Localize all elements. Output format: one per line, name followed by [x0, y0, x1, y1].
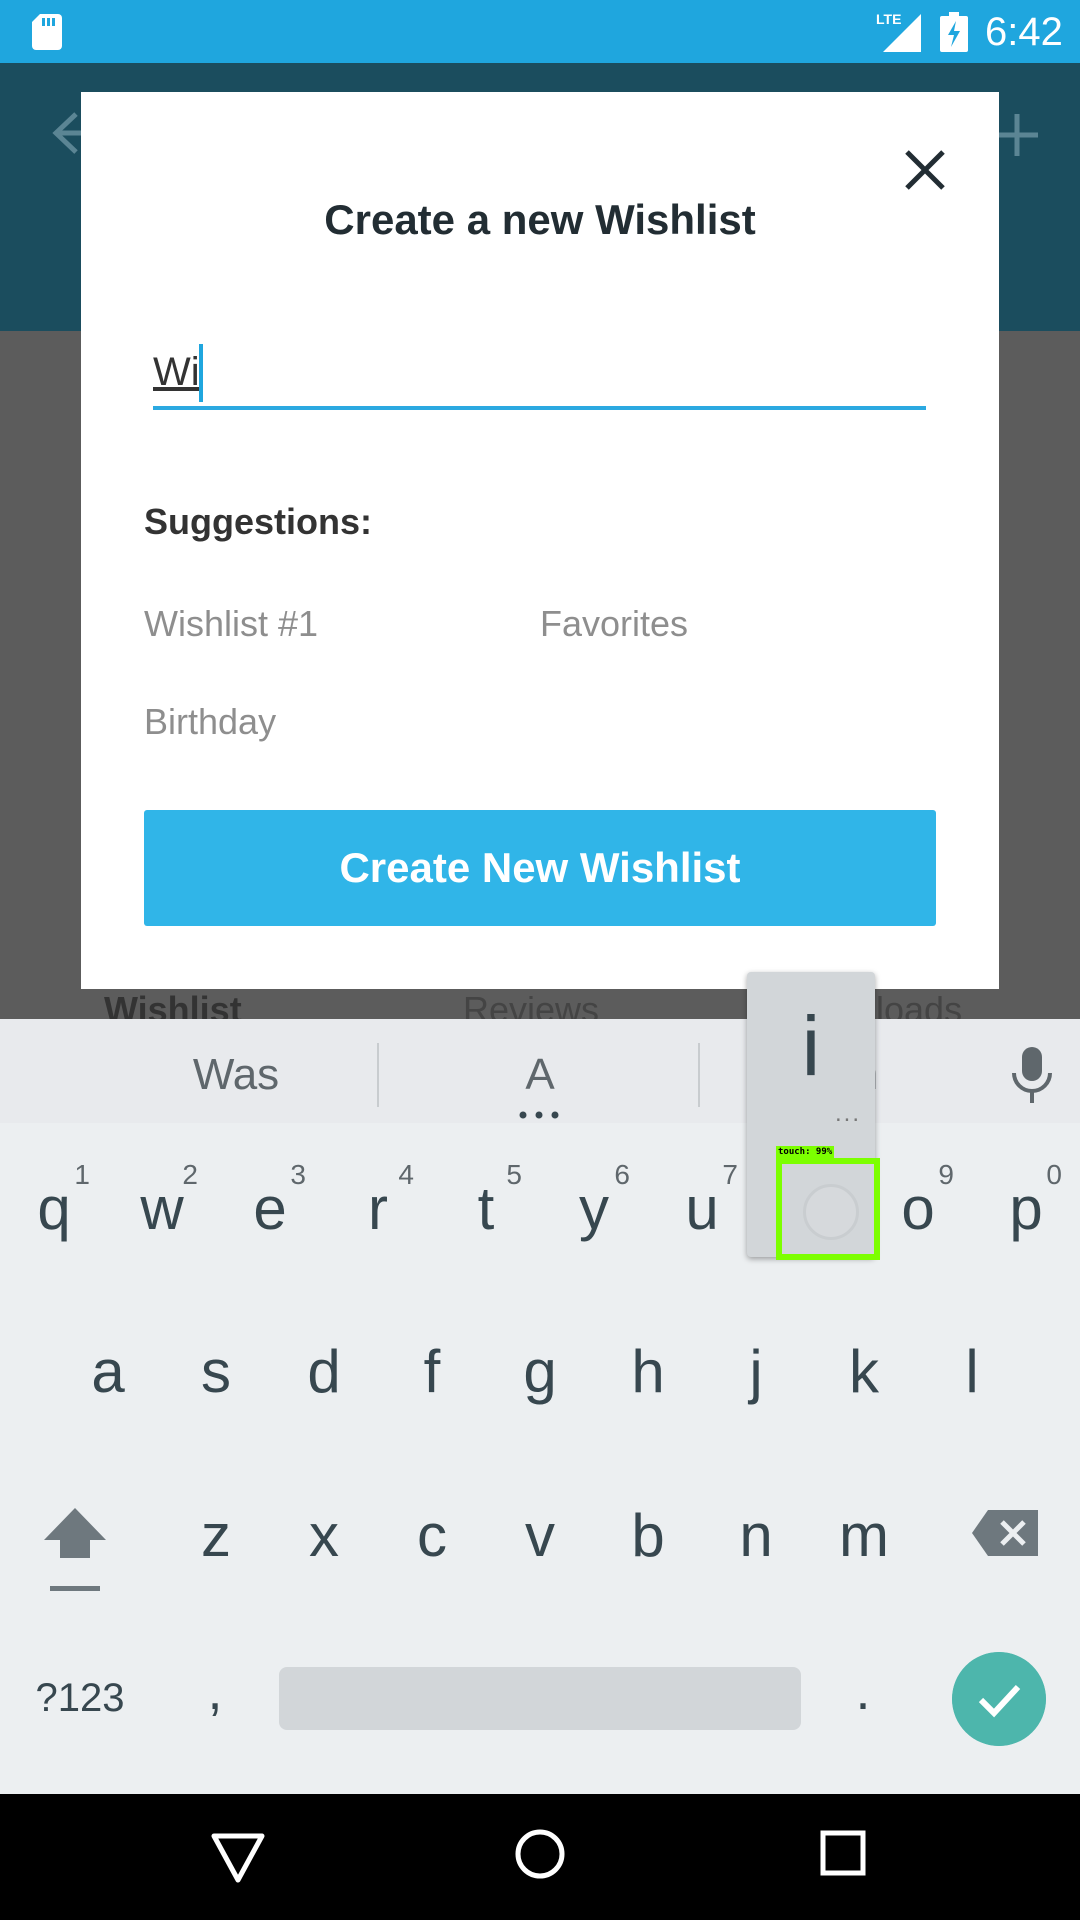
shift-icon[interactable] [40, 1500, 110, 1596]
key-j[interactable]: j [702, 1306, 810, 1436]
key-y[interactable]: y6 [540, 1143, 648, 1273]
key-m[interactable]: m [810, 1470, 918, 1600]
key-o[interactable]: o9 [864, 1143, 972, 1273]
app-tabs: Wishlist Reviews Uploads [0, 988, 1080, 1020]
touch-point-icon [803, 1184, 859, 1240]
done-check-icon[interactable] [952, 1652, 1046, 1746]
touch-label: touch: 99% [776, 1146, 835, 1158]
key-a[interactable]: a [54, 1306, 162, 1436]
key-u[interactable]: u7 [648, 1143, 756, 1273]
key-b[interactable]: b [594, 1470, 702, 1600]
input-value: Wi [153, 350, 200, 394]
key-e[interactable]: e3 [216, 1143, 324, 1273]
key-k[interactable]: k [810, 1306, 918, 1436]
space-key[interactable] [279, 1667, 801, 1730]
create-wishlist-button[interactable]: Create New Wishlist [144, 810, 936, 926]
key-comma[interactable]: , [190, 1660, 240, 1730]
key-l[interactable]: l [918, 1306, 1026, 1436]
dialog-title: Create a new Wishlist [324, 196, 756, 243]
more-suggestions-icon[interactable] [518, 1111, 560, 1119]
key-r[interactable]: r4 [324, 1143, 432, 1273]
key-period[interactable]: . [838, 1660, 888, 1730]
key-p[interactable]: p0 [972, 1143, 1080, 1273]
status-bar: LTE 6:42 [0, 0, 1080, 63]
nav-home-icon[interactable] [514, 1828, 566, 1880]
strip-divider [377, 1043, 379, 1107]
battery-charging-icon [940, 12, 968, 52]
key-s[interactable]: s [162, 1306, 270, 1436]
tab-wishlist[interactable]: Wishlist [104, 988, 242, 1020]
sd-card-icon [32, 14, 62, 50]
lte-signal-icon: LTE [876, 11, 921, 52]
strip-suggestion-a[interactable]: A [460, 1049, 620, 1101]
key-t[interactable]: t5 [432, 1143, 540, 1273]
key-g[interactable]: g [486, 1306, 594, 1436]
nav-back-icon[interactable] [210, 1830, 266, 1886]
suggestion-birthday[interactable]: Birthday [144, 698, 276, 746]
key-n[interactable]: n [702, 1470, 810, 1600]
popup-more-indicator: ... [835, 1100, 862, 1127]
key-z[interactable]: z [162, 1470, 270, 1600]
touch-indicator [776, 1158, 880, 1260]
strip-divider [698, 1043, 700, 1107]
suggestion-favorites[interactable]: Favorites [540, 600, 688, 648]
key-v[interactable]: v [486, 1470, 594, 1600]
clock: 6:42 [985, 10, 1063, 54]
tab-reviews[interactable]: Reviews [463, 988, 599, 1020]
key-x[interactable]: x [270, 1470, 378, 1600]
key-q[interactable]: q1 [0, 1143, 108, 1273]
input-underline [153, 406, 926, 410]
keyboard-suggestion-strip: Was A m [0, 1019, 1080, 1123]
close-icon[interactable] [895, 140, 955, 200]
wishlist-name-input[interactable]: Wi [153, 340, 926, 412]
svg-text:LTE: LTE [876, 11, 901, 27]
popup-letter: i [801, 999, 821, 1093]
text-cursor [199, 344, 203, 402]
key-f[interactable]: f [378, 1306, 486, 1436]
strip-suggestion-was[interactable]: Was [156, 1049, 316, 1101]
backspace-icon[interactable] [970, 1508, 1040, 1558]
suggestions-label: Suggestions: [144, 501, 373, 542]
key-d[interactable]: d [270, 1306, 378, 1436]
symbols-key[interactable]: ?123 [20, 1668, 140, 1728]
key-c[interactable]: c [378, 1470, 486, 1600]
suggestion-wishlist-1[interactable]: Wishlist #1 [144, 600, 318, 648]
key-w[interactable]: w2 [108, 1143, 216, 1273]
add-icon[interactable] [992, 110, 1042, 160]
nav-recents-icon[interactable] [820, 1830, 866, 1876]
microphone-icon[interactable] [1010, 1047, 1054, 1103]
key-h[interactable]: h [594, 1306, 702, 1436]
navigation-bar [0, 1794, 1080, 1920]
